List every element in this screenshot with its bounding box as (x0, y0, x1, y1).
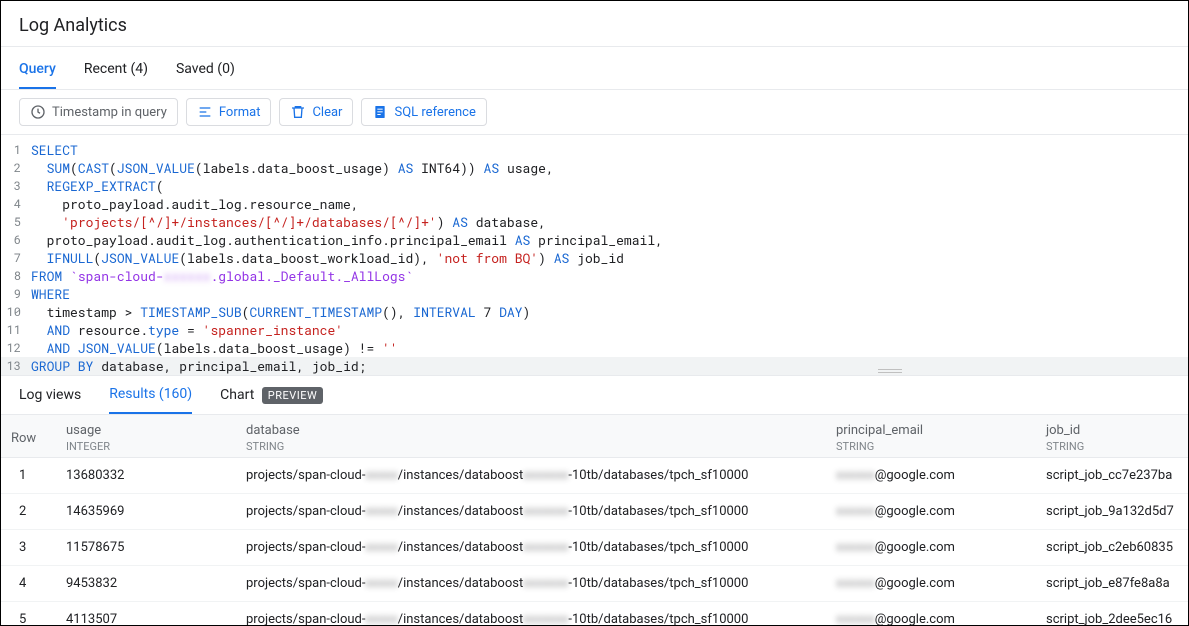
col-email[interactable]: principal_emailSTRING (826, 415, 1036, 458)
line-number: 11 (1, 321, 31, 339)
line-number: 8 (1, 267, 31, 285)
sql-editor[interactable]: 1SELECT 2 SUM(CAST(JSON_VALUE(labels.dat… (1, 135, 1188, 376)
cell-email: xxxxxx@google.com (826, 530, 1036, 566)
cell-row: 1 (1, 458, 56, 494)
line-number: 1 (1, 141, 31, 159)
cell-job: script_job_e87fe8a8a (1036, 566, 1188, 602)
tab-log-views[interactable]: Log views (19, 387, 81, 413)
tab-query[interactable]: Query (19, 61, 56, 89)
results-table: Row usageINTEGER databaseSTRING principa… (1, 415, 1188, 626)
cell-database: projects/span-cloud-xxxxx/instances/data… (236, 530, 826, 566)
cell-usage: 13680332 (56, 458, 236, 494)
cell-job: script_job_cc7e237ba (1036, 458, 1188, 494)
resize-handle[interactable] (878, 369, 908, 373)
format-label: Format (219, 105, 261, 120)
cell-database: projects/span-cloud-xxxxx/instances/data… (236, 494, 826, 530)
top-nav: Query Recent (4) Saved (0) (1, 47, 1188, 90)
cell-usage: 4113507 (56, 602, 236, 626)
line-number: 12 (1, 339, 31, 357)
line-number: 2 (1, 159, 31, 177)
line-number: 7 (1, 249, 31, 267)
document-icon (372, 104, 388, 120)
cell-job: script_job_9a132d5d7 (1036, 494, 1188, 530)
col-job[interactable]: job_idSTRING (1036, 415, 1188, 458)
cell-row: 4 (1, 566, 56, 602)
format-button[interactable]: Format (186, 98, 272, 126)
line-number: 5 (1, 213, 31, 231)
line-number: 13 (1, 357, 31, 375)
clear-button[interactable]: Clear (279, 98, 353, 126)
tab-chart[interactable]: Chart PREVIEW (220, 387, 323, 413)
col-usage[interactable]: usageINTEGER (56, 415, 236, 458)
tab-results[interactable]: Results (160) (109, 386, 192, 414)
page-title: Log Analytics (1, 1, 1188, 47)
table-row[interactable]: 54113507projects/span-cloud-xxxxx/instan… (1, 602, 1188, 626)
timestamp-label: Timestamp in query (52, 105, 167, 120)
clear-label: Clear (312, 105, 342, 120)
results-tabs: Log views Results (160) Chart PREVIEW (1, 376, 1188, 415)
cell-usage: 9453832 (56, 566, 236, 602)
table-row[interactable]: 311578675projects/span-cloud-xxxxx/insta… (1, 530, 1188, 566)
format-icon (197, 104, 213, 120)
sqlref-label: SQL reference (394, 105, 475, 120)
line-number: 9 (1, 285, 31, 303)
col-row: Row (1, 415, 56, 458)
cell-job: script_job_c2eb60835 (1036, 530, 1188, 566)
cell-database: projects/span-cloud-xxxxx/instances/data… (236, 566, 826, 602)
cell-job: script_job_2dee5ec16 (1036, 602, 1188, 626)
tab-recent[interactable]: Recent (4) (84, 61, 148, 89)
clock-icon (30, 104, 46, 120)
chart-label: Chart (220, 387, 254, 403)
line-number: 6 (1, 231, 31, 249)
line-number: 3 (1, 177, 31, 195)
col-database[interactable]: databaseSTRING (236, 415, 826, 458)
table-row[interactable]: 49453832projects/span-cloud-xxxxx/instan… (1, 566, 1188, 602)
cell-email: xxxxxx@google.com (826, 494, 1036, 530)
timestamp-button[interactable]: Timestamp in query (19, 98, 178, 126)
cell-email: xxxxxx@google.com (826, 458, 1036, 494)
cell-row: 3 (1, 530, 56, 566)
line-number: 10 (1, 303, 31, 321)
cell-database: projects/span-cloud-xxxxx/instances/data… (236, 602, 826, 626)
sql-reference-button[interactable]: SQL reference (361, 98, 486, 126)
cell-row: 5 (1, 602, 56, 626)
toolbar: Timestamp in query Format Clear SQL refe… (1, 90, 1188, 135)
cell-email: xxxxxx@google.com (826, 602, 1036, 626)
cell-row: 2 (1, 494, 56, 530)
cell-usage: 14635969 (56, 494, 236, 530)
cell-email: xxxxxx@google.com (826, 566, 1036, 602)
line-number: 4 (1, 195, 31, 213)
preview-badge: PREVIEW (262, 387, 323, 404)
table-row[interactable]: 214635969projects/span-cloud-xxxxx/insta… (1, 494, 1188, 530)
cell-usage: 11578675 (56, 530, 236, 566)
tab-saved[interactable]: Saved (0) (176, 61, 235, 89)
cell-database: projects/span-cloud-xxxxx/instances/data… (236, 458, 826, 494)
trash-icon (290, 104, 306, 120)
table-row[interactable]: 113680332projects/span-cloud-xxxxx/insta… (1, 458, 1188, 494)
